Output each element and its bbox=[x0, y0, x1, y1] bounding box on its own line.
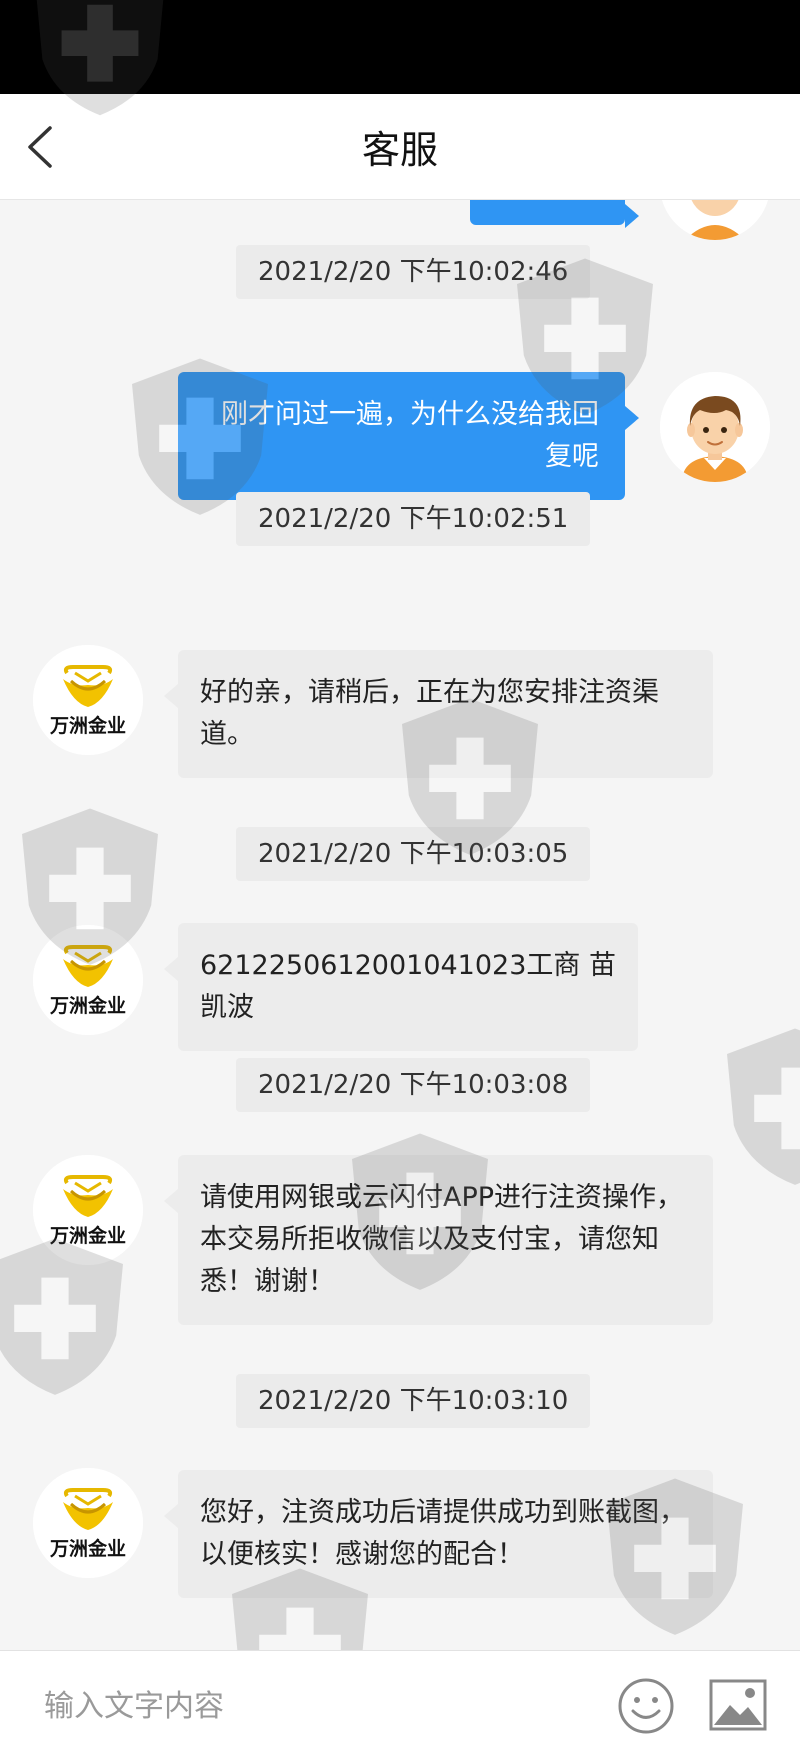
header-bar: 客服 bbox=[0, 94, 800, 200]
message-list[interactable]: 2021/2/20 下午10:02:46 刚才问过一遍，为什么没给我回复呢 20… bbox=[0, 200, 800, 1650]
message-timestamp: 2021/2/20 下午10:03:05 bbox=[236, 827, 591, 881]
message-timestamp: 2021/2/20 下午10:03:08 bbox=[236, 1058, 591, 1112]
agent-avatar: 万洲金业 bbox=[33, 1155, 143, 1265]
message-input[interactable] bbox=[44, 1681, 604, 1731]
message-bubble-previous bbox=[470, 200, 639, 228]
agent-avatar: 万洲金业 bbox=[33, 645, 143, 755]
company-logo-icon bbox=[33, 645, 143, 755]
image-icon bbox=[709, 1679, 767, 1731]
user-avatar bbox=[660, 200, 770, 240]
company-logo-icon bbox=[33, 1468, 143, 1578]
user-avatar-icon bbox=[660, 200, 770, 240]
chat-screen: 客服 2021/2/20 下午10:02:46 刚才问过一遍，为什么没给我回复呢 bbox=[0, 0, 800, 1760]
message-input-bar bbox=[0, 1650, 800, 1760]
message-timestamp: 2021/2/20 下午10:02:46 bbox=[236, 245, 591, 299]
company-logo-icon bbox=[33, 1155, 143, 1265]
message-bubble-received[interactable]: 您好，注资成功后请提供成功到账截图，以便核实！感谢您的配合！ bbox=[164, 1470, 713, 1598]
agent-avatar: 万洲金业 bbox=[33, 925, 143, 1035]
message-bubble-sent[interactable]: 刚才问过一遍，为什么没给我回复呢 bbox=[178, 372, 639, 500]
smiley-icon bbox=[618, 1678, 674, 1734]
status-bar bbox=[0, 0, 800, 94]
message-timestamp: 2021/2/20 下午10:02:51 bbox=[236, 492, 591, 546]
page-title: 客服 bbox=[361, 128, 438, 172]
user-avatar bbox=[660, 372, 770, 482]
back-button[interactable] bbox=[18, 122, 68, 172]
user-avatar-icon bbox=[660, 372, 770, 482]
message-bubble-received[interactable]: 6212250612001041023工商 苗凯波 bbox=[164, 923, 638, 1051]
company-logo-text: 万洲金业 bbox=[49, 1225, 126, 1247]
message-bubble-received[interactable]: 请使用网银或云闪付APP进行注资操作，本交易所拒收微信以及支付宝，请您知悉！谢谢… bbox=[164, 1155, 713, 1325]
back-arrow-icon bbox=[28, 126, 52, 168]
company-logo-text: 万洲金业 bbox=[49, 1538, 126, 1560]
company-logo-text: 万洲金业 bbox=[49, 715, 126, 737]
company-logo-text: 万洲金业 bbox=[49, 995, 126, 1017]
message-bubble-received[interactable]: 好的亲，请稍后，正在为您安排注资渠道。 bbox=[164, 650, 713, 778]
company-logo-icon bbox=[33, 925, 143, 1035]
agent-avatar: 万洲金业 bbox=[33, 1468, 143, 1578]
message-timestamp: 2021/2/20 下午10:03:10 bbox=[236, 1374, 591, 1428]
image-button[interactable] bbox=[708, 1677, 768, 1733]
emoji-button[interactable] bbox=[616, 1676, 676, 1736]
